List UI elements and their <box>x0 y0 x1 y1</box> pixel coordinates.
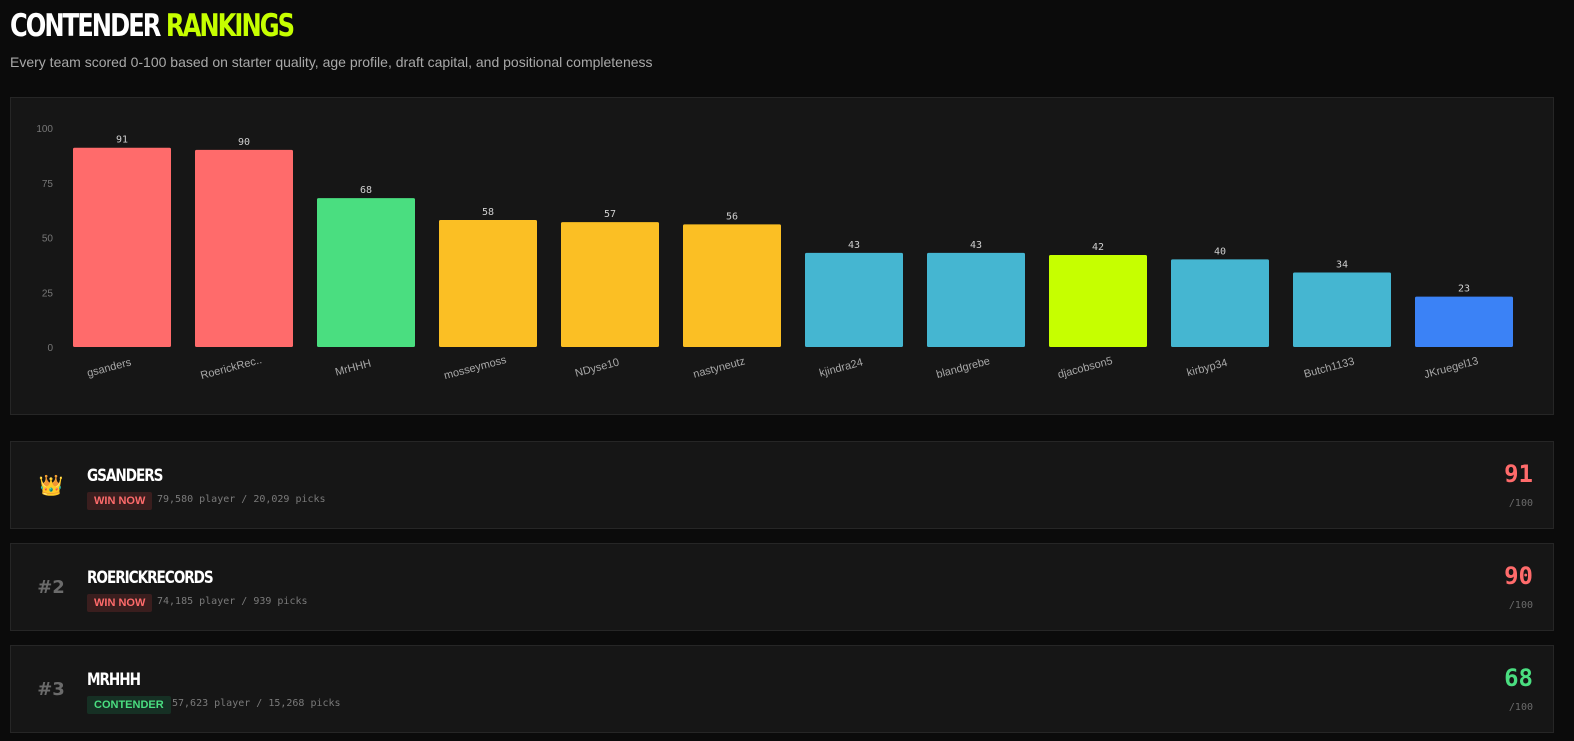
team-name: MrHHH <box>87 670 141 690</box>
team-card-2[interactable]: #2 RoerickRecords WIN NOW 74,185 player … <box>10 543 1554 631</box>
y-tick-label: 50 <box>42 234 54 245</box>
rank-number: #2 <box>37 576 65 598</box>
x-tick-label: nastyneutz <box>692 355 746 380</box>
team-score: 91 <box>1504 460 1533 488</box>
status-badge: WIN NOW <box>87 492 153 510</box>
x-tick-label: gsanders <box>86 356 133 379</box>
bar-value-label: 43 <box>848 240 860 251</box>
x-tick-label: kjindra24 <box>818 357 864 380</box>
x-tick-label: JKruegel13 <box>1423 355 1480 381</box>
title-contender: CONTENDER <box>10 8 161 44</box>
chart-bar <box>73 147 171 347</box>
x-tick-label: mosseymoss <box>443 354 509 382</box>
x-tick-label: Butch1133 <box>1303 356 1356 381</box>
chart-bar <box>195 149 293 347</box>
x-tick-label: NDyse10 <box>574 356 621 379</box>
bar-value-label: 40 <box>1214 246 1226 257</box>
team-score-max: /100 <box>1508 600 1533 611</box>
chart-bar <box>561 222 659 347</box>
chart-bar <box>1293 272 1391 347</box>
team-meta: 74,185 player / 939 picks <box>157 596 308 607</box>
rankings-bar-chart: 100 75 50 25 0 91 gsanders 90 RoerickRec.. 68 MrHH… <box>36 124 1513 382</box>
y-tick-label: 25 <box>42 288 54 299</box>
chart-bar <box>317 198 415 347</box>
x-tick-label: RoerickRec.. <box>199 354 263 382</box>
bar-value-label: 43 <box>970 240 982 251</box>
y-tick-label: 0 <box>47 343 53 354</box>
bar-value-label: 34 <box>1336 260 1348 271</box>
bar-value-label: 91 <box>116 135 128 146</box>
rank-number: #3 <box>37 678 65 700</box>
bar-value-label: 90 <box>238 137 250 148</box>
bar-value-label: 68 <box>360 185 372 196</box>
team-meta: 57,623 player / 15,268 picks <box>172 698 341 709</box>
x-tick-label: blandgrebe <box>935 355 991 381</box>
bar-value-label: 42 <box>1092 242 1104 253</box>
team-name: gsanders <box>87 466 163 486</box>
status-badge: CONTENDER <box>87 696 171 714</box>
chart-bar <box>805 252 903 347</box>
page-subtitle: Every team scored 0-100 based on starter… <box>10 54 653 70</box>
x-tick-label: MrHHH <box>334 358 373 379</box>
y-tick-label: 75 <box>42 179 54 190</box>
chart-bar <box>1049 255 1147 347</box>
rank-cell: 👑 <box>38 442 64 528</box>
crown-icon: 👑 <box>38 473 64 497</box>
x-tick-label: djacobson5 <box>1056 355 1113 381</box>
bar-value-label: 57 <box>604 209 616 220</box>
team-meta: 79,580 player / 20,029 picks <box>157 494 326 505</box>
rankings-chart-panel: 100 75 50 25 0 91 gsanders 90 RoerickRec.. 68 MrHH… <box>10 97 1554 415</box>
bar-value-label: 58 <box>482 207 494 218</box>
team-card-1[interactable]: 👑 gsanders WIN NOW 79,580 player / 20,02… <box>10 441 1554 529</box>
team-card-3[interactable]: #3 MrHHH CONTENDER 57,623 player / 15,26… <box>10 645 1554 733</box>
chart-bar <box>1171 259 1269 347</box>
page-title: CONTENDER RANKINGS <box>10 8 295 44</box>
team-score-max: /100 <box>1508 702 1533 713</box>
title-rankings: RANKINGS <box>165 8 295 44</box>
team-name: RoerickRecords <box>87 568 214 588</box>
chart-bar <box>439 219 537 347</box>
bar-value-label: 23 <box>1458 284 1470 295</box>
y-tick-label: 100 <box>36 124 53 135</box>
chart-bar <box>1415 296 1513 347</box>
team-score: 90 <box>1504 562 1533 590</box>
chart-bar <box>927 252 1025 347</box>
status-badge: WIN NOW <box>87 594 153 612</box>
team-score: 68 <box>1504 664 1533 692</box>
team-score-max: /100 <box>1508 498 1533 509</box>
chart-bar <box>683 224 781 347</box>
bar-value-label: 56 <box>726 211 738 222</box>
x-tick-label: kirbyp34 <box>1186 357 1229 379</box>
